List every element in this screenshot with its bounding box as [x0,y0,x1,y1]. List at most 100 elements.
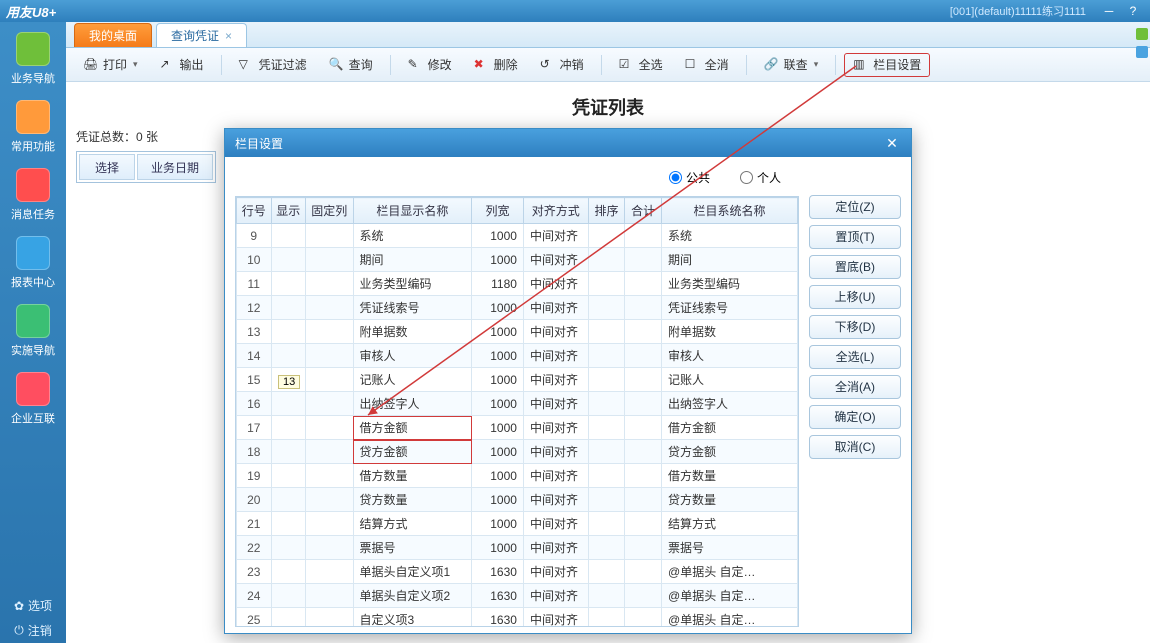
edit-button[interactable]: ✎修改 [399,53,461,77]
sidebar-item-1[interactable]: 常用功能 [11,100,55,154]
sidebar-logout[interactable]: ⏻注销 [14,622,52,639]
table-row[interactable]: 23 单据头自定义项1 1630 中间对齐 @单据头 自定… [237,560,798,584]
grid-header[interactable]: 固定列 [306,198,353,224]
grid-header[interactable]: 排序 [588,198,625,224]
columns-button[interactable]: ▥栏目设置 [844,53,930,77]
tab-query-voucher[interactable]: 查询凭证× [156,23,247,47]
sidebar-item-0[interactable]: 业务导航 [11,32,55,86]
deselect-button[interactable]: ☐全消 [676,53,738,77]
print-button[interactable]: 🖨打印▾ [74,53,147,77]
voucher-table: 选择 业务日期 [76,151,216,183]
right-edge [1134,22,1150,643]
table-row[interactable]: 18 贷方金额 1000 中间对齐 贷方金额 [237,440,798,464]
top-button[interactable]: 置顶(T) [809,225,901,249]
dialog-close-button[interactable]: ✕ [883,134,901,152]
sidebar-item-label: 企业互联 [11,410,55,426]
sidebar-item-label: 报表中心 [11,274,55,290]
link-button[interactable]: 🔗联查▾ [755,53,828,77]
table-row[interactable]: 21 结算方式 1000 中间对齐 结算方式 [237,512,798,536]
search-button[interactable]: 🔍查询 [320,53,382,77]
sidebar-icon [16,236,50,270]
sidebar-item-label: 实施导航 [11,342,55,358]
cancel-button[interactable]: 取消(C) [809,435,901,459]
sidebar-item-4[interactable]: 实施导航 [11,304,55,358]
sidebar-item-5[interactable]: 企业互联 [11,372,55,426]
table-row[interactable]: 9 系统 1000 中间对齐 系统 [237,224,798,248]
table-row[interactable]: 15 记账人 1000 中间对齐 记账人 [237,368,798,392]
list-icon[interactable] [1136,46,1148,58]
grid-header[interactable]: 栏目系统名称 [662,198,798,224]
sidebar-item-label: 消息任务 [11,206,55,222]
table-row[interactable]: 11 业务类型编码 1180 中间对齐 业务类型编码 [237,272,798,296]
page-title: 凭证列表 [66,94,1150,120]
grid-header[interactable]: 行号 [237,198,272,224]
ok-button[interactable]: 确定(O) [809,405,901,429]
table-row[interactable]: 19 借方数量 1000 中间对齐 借方数量 [237,464,798,488]
dialog-titlebar: 栏目设置 ✕ [225,129,911,157]
grid-header[interactable]: 合计 [625,198,662,224]
sidebar-icon [16,304,50,338]
dialog-title: 栏目设置 [235,135,283,152]
toolbar: 🖨打印▾ ↗输出 ▽凭证过滤 🔍查询 ✎修改 ✖删除 ↺冲销 ☑全选 ☐全消 🔗… [66,48,1150,82]
sidebar-options[interactable]: ✿选项 [14,597,52,614]
sidebar-item-2[interactable]: 消息任务 [11,168,55,222]
columns-icon: ▥ [853,57,869,73]
filter-button[interactable]: ▽凭证过滤 [230,53,316,77]
columns-grid[interactable]: 行号显示固定列栏目显示名称列宽对齐方式排序合计栏目系统名称 9 系统 1000 … [235,196,799,627]
deselect-dialog-button[interactable]: 全消(A) [809,375,901,399]
title-bar: 用友U8+ [001](default)11111练习1111 ─ ? [0,0,1150,22]
movedown-button[interactable]: 下移(D) [809,315,901,339]
delete-icon: ✖ [474,57,490,73]
table-row[interactable]: 17 借方金额 1000 中间对齐 借方金额 [237,416,798,440]
delete-button[interactable]: ✖删除 [465,53,527,77]
export-button[interactable]: ↗输出 [151,53,213,77]
export-icon: ↗ [160,57,176,73]
table-row[interactable]: 24 单据头自定义项2 1630 中间对齐 @单据头 自定… [237,584,798,608]
col-bizdate[interactable]: 业务日期 [137,154,213,180]
columns-dialog: 栏目设置 ✕ 公共 个人 行号显示固定列栏目显示名称列宽对齐方式排序合计栏目系统… [224,128,912,634]
close-icon[interactable]: × [225,29,232,43]
gear-icon: ✿ [14,599,24,613]
table-row[interactable]: 10 期间 1000 中间对齐 期间 [237,248,798,272]
tab-desktop[interactable]: 我的桌面 [74,23,152,47]
pin-icon[interactable] [1136,28,1148,40]
selectall-dialog-button[interactable]: 全选(L) [809,345,901,369]
funnel-icon: ▽ [239,57,255,73]
reverse-button[interactable]: ↺冲销 [531,53,593,77]
select-all-icon: ☑ [619,57,635,73]
table-row[interactable]: 25 自定义项3 1630 中间对齐 @单据头 自定… [237,608,798,627]
grid-header[interactable]: 列宽 [472,198,524,224]
print-icon: 🖨 [83,57,99,73]
sidebar-item-label: 常用功能 [11,138,55,154]
sidebar-item-label: 业务导航 [11,70,55,86]
table-row[interactable]: 22 票据号 1000 中间对齐 票据号 [237,536,798,560]
grid-header[interactable]: 显示 [271,198,306,224]
table-row[interactable]: 14 审核人 1000 中间对齐 审核人 [237,344,798,368]
link-icon: 🔗 [764,57,780,73]
table-row[interactable]: 16 出纳签字人 1000 中间对齐 出纳签字人 [237,392,798,416]
sidebar-icon [16,100,50,134]
radio-public[interactable]: 公共 [669,169,710,186]
sidebar-icon [16,168,50,202]
selectall-button[interactable]: ☑全选 [610,53,672,77]
table-row[interactable]: 13 附单据数 1000 中间对齐 附单据数 [237,320,798,344]
bottom-button[interactable]: 置底(B) [809,255,901,279]
sidebar-item-3[interactable]: 报表中心 [11,236,55,290]
dialog-buttons: 定位(Z) 置顶(T) 置底(B) 上移(U) 下移(D) 全选(L) 全消(A… [809,167,901,627]
sidebar-icon [16,32,50,66]
minimize-button[interactable]: ─ [1098,3,1120,19]
table-row[interactable]: 12 凭证线索号 1000 中间对齐 凭证线索号 [237,296,798,320]
grid-header[interactable]: 栏目显示名称 [353,198,472,224]
table-row[interactable]: 20 贷方数量 1000 中间对齐 贷方数量 [237,488,798,512]
col-select[interactable]: 选择 [79,154,135,180]
reverse-icon: ↺ [540,57,556,73]
grid-header[interactable]: 对齐方式 [523,198,588,224]
app-brand: 用友U8+ [6,2,56,21]
radio-private[interactable]: 个人 [740,169,781,186]
tab-bar: 我的桌面 查询凭证× [66,22,1150,48]
moveup-button[interactable]: 上移(U) [809,285,901,309]
locate-button[interactable]: 定位(Z) [809,195,901,219]
connection-info: [001](default)11111练习1111 [950,3,1086,19]
help-button[interactable]: ? [1122,3,1144,19]
row-tooltip: 13 [278,375,300,389]
